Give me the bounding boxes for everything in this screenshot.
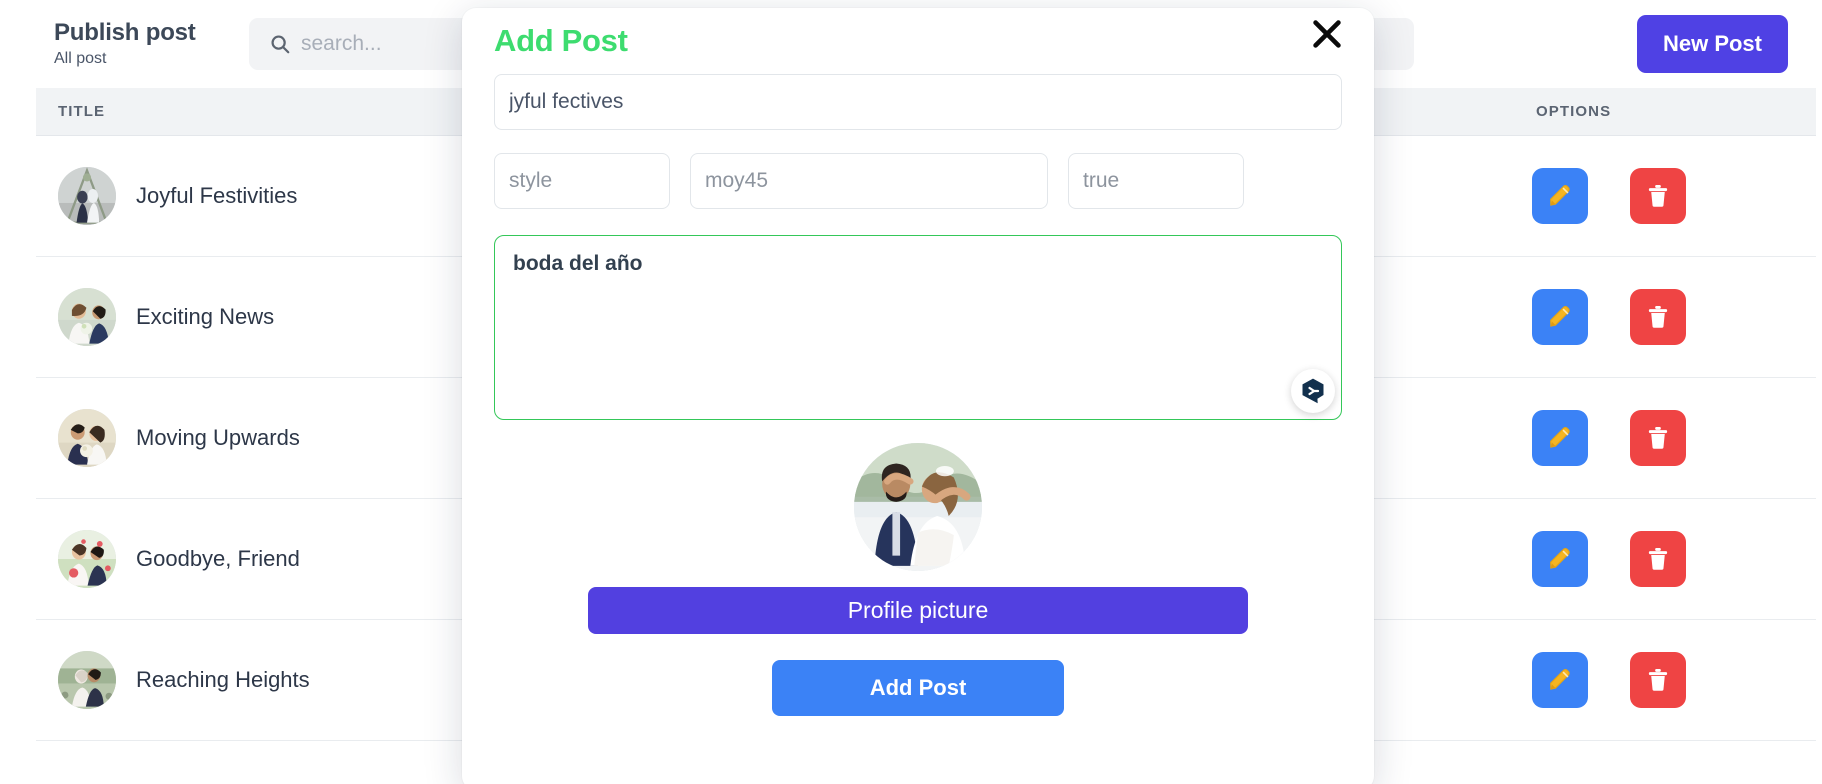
page-heading-block: Publish post All post [54, 18, 240, 68]
add-post-modal: Add Post jyful fectives style moy45 true… [462, 8, 1374, 784]
meta-fields-row [494, 153, 1342, 209]
pencil-icon[interactable] [1532, 410, 1588, 466]
trash-icon[interactable] [1630, 652, 1686, 708]
row-avatar [58, 288, 116, 346]
search-icon [269, 33, 291, 55]
pencil-icon[interactable] [1532, 168, 1588, 224]
row-options-cell [1506, 652, 1806, 708]
column-header-options: OPTIONS [1536, 103, 1612, 120]
post-title-input[interactable] [494, 74, 1342, 130]
row-title-text: Joyful Festivities [136, 183, 298, 208]
pencil-icon[interactable] [1532, 289, 1588, 345]
row-title-text: Reaching Heights [136, 667, 310, 692]
trash-icon[interactable] [1630, 289, 1686, 345]
trash-icon[interactable] [1630, 410, 1686, 466]
trash-icon[interactable] [1630, 531, 1686, 587]
row-options-cell [1506, 410, 1806, 466]
row-avatar [58, 409, 116, 467]
page-subtitle: All post [54, 50, 107, 68]
row-title-text: Moving Upwards [136, 425, 300, 450]
post-body-textarea[interactable] [494, 235, 1342, 420]
row-avatar [58, 530, 116, 588]
style-input[interactable] [494, 153, 670, 209]
trash-icon[interactable] [1630, 168, 1686, 224]
row-options-cell [1506, 168, 1806, 224]
row-avatar [58, 167, 116, 225]
row-title-text: Exciting News [136, 304, 275, 329]
row-avatar [58, 651, 116, 709]
page-title: Publish post [54, 18, 196, 46]
modal-title: Add Post [494, 23, 628, 58]
pencil-icon[interactable] [1532, 531, 1588, 587]
close-icon[interactable] [1304, 11, 1350, 57]
grammarly-assistant-icon[interactable] [1291, 369, 1335, 413]
profile-avatar [854, 443, 982, 571]
description-area [494, 235, 1342, 425]
row-options-cell [1506, 289, 1806, 345]
profile-picture-button[interactable]: Profile picture [588, 587, 1248, 634]
row-title-text: Goodbye, Friend [136, 546, 300, 571]
app-root: Publish post All post New Post TITLE STA… [0, 0, 1822, 784]
moy-input[interactable] [690, 153, 1048, 209]
row-options-cell [1506, 531, 1806, 587]
modal-header: Add Post [494, 8, 1342, 74]
add-post-submit-button[interactable]: Add Post [772, 660, 1064, 716]
new-post-button[interactable]: New Post [1636, 15, 1788, 73]
pencil-icon[interactable] [1532, 652, 1588, 708]
flag-input[interactable] [1068, 153, 1244, 209]
